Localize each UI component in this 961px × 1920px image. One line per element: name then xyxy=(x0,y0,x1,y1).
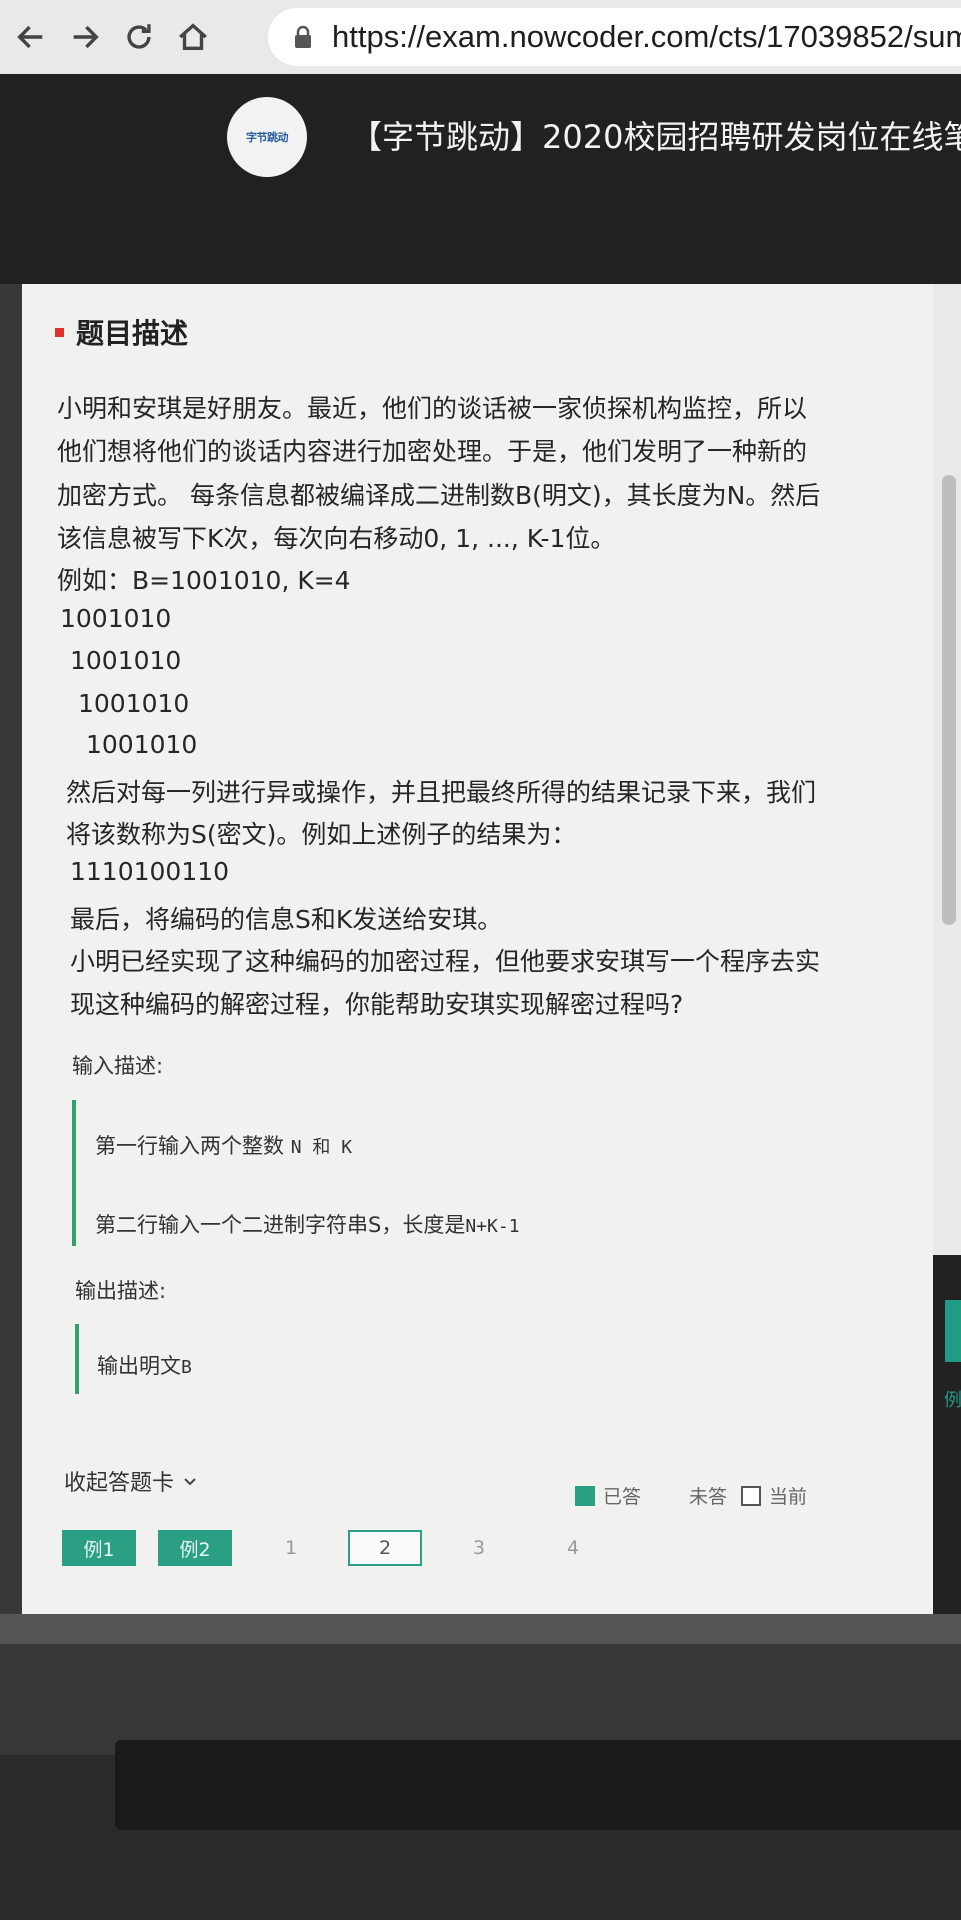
home-icon xyxy=(179,23,207,51)
result-value: 1110100110 xyxy=(70,857,230,886)
arrow-left-icon xyxy=(17,25,43,49)
quote-bar xyxy=(72,1100,76,1246)
description-line: 然后对每一列进行异或操作，并且把最终所得的结果记录下来，我们 xyxy=(66,778,817,807)
input-line-2-code: N+K-1 xyxy=(465,1216,520,1237)
lock-icon xyxy=(295,25,311,48)
legend-unanswered: 未答 xyxy=(689,1486,728,1508)
monitor-bezel-edge xyxy=(0,1614,961,1644)
scrollbar[interactable] xyxy=(942,475,956,925)
tab-question-3[interactable]: 3 xyxy=(442,1530,516,1566)
side-action-button[interactable] xyxy=(945,1300,961,1362)
home-button[interactable] xyxy=(170,14,216,60)
input-line-2-text: 第二行输入一个二进制字符串S，长度是 xyxy=(95,1213,466,1237)
input-line-1: 第一行输入两个整数 N 和 K xyxy=(95,1130,352,1160)
input-heading: 输入描述: xyxy=(72,1054,164,1078)
section-title: 题目描述 xyxy=(76,317,189,350)
exam-header xyxy=(0,74,961,322)
description-line: 该信息被写下K次，每次向右移动0, 1, ..., K-1位。 xyxy=(57,524,616,553)
url-text: https://exam.nowcoder.com/cts/17039852/s… xyxy=(332,19,961,54)
answer-legend: 已答 未答 当前 xyxy=(575,1482,807,1509)
tab-example-1[interactable]: 例1 xyxy=(62,1530,136,1566)
binary-row: 1001010 xyxy=(78,689,190,718)
tab-question-1[interactable]: 1 xyxy=(254,1530,328,1566)
back-button[interactable] xyxy=(8,14,54,60)
output-line-code: B xyxy=(181,1357,192,1378)
section-heading: 题目描述 xyxy=(55,312,188,352)
reload-icon xyxy=(127,24,151,49)
description-line: 现这种编码的解密过程，你能帮助安琪实现解密过程吗? xyxy=(70,990,684,1019)
side-panel-text: 例 xyxy=(944,1390,961,1411)
description-line: 小明已经实现了这种编码的加密过程，但他要求安琪写一个程序去实 xyxy=(70,947,821,976)
binary-row: 1001010 xyxy=(70,646,182,675)
description-line: 最后，将编码的信息S和K发送给安琪。 xyxy=(70,905,503,934)
input-line-2: 第二行输入一个二进制字符串S，长度是N+K-1 xyxy=(95,1209,520,1239)
description-line: 加密方式。 每条信息都被编译成二进制数B(明文)，其长度为N。然后 xyxy=(57,481,821,510)
binary-row: 1001010 xyxy=(60,604,172,633)
legend-answered: 已答 xyxy=(603,1486,642,1508)
description-line: 将该数称为S(密文)。例如上述例子的结果为： xyxy=(66,820,577,849)
address-bar[interactable]: https://exam.nowcoder.com/cts/17039852/s… xyxy=(268,8,961,66)
collapse-answer-card-button[interactable]: 收起答题卡 xyxy=(64,1465,198,1497)
tab-question-4[interactable]: 4 xyxy=(536,1530,610,1566)
company-logo: 字节跳动 xyxy=(227,97,307,177)
monitor-base-band xyxy=(115,1740,961,1830)
red-square-icon xyxy=(55,327,64,337)
forward-button[interactable] xyxy=(62,14,108,60)
question-tabs: 例1 例2 1 2 3 4 xyxy=(62,1530,630,1566)
arrow-right-icon xyxy=(73,25,99,49)
output-line-text: 输出明文 xyxy=(97,1354,181,1378)
example-line: 例如：B=1001010, K=4 xyxy=(57,566,351,595)
tab-question-2[interactable]: 2 xyxy=(348,1530,422,1566)
reload-button[interactable] xyxy=(116,14,162,60)
chevron-down-icon xyxy=(184,1478,196,1486)
legend-current: 当前 xyxy=(769,1486,808,1508)
answered-swatch xyxy=(575,1485,595,1506)
output-heading: 输出描述: xyxy=(75,1279,167,1303)
description-line: 小明和安琪是好朋友。最近，他们的谈话被一家侦探机构监控，所以 xyxy=(57,394,808,423)
input-line-1-code: N 和 K xyxy=(290,1137,353,1158)
exam-title: 【字节跳动】2020校园招聘研发岗位在线笔试 xyxy=(350,118,961,156)
quote-bar xyxy=(75,1324,79,1394)
tab-example-2[interactable]: 例2 xyxy=(158,1530,232,1566)
description-line: 他们想将他们的谈话内容进行加密处理。于是，他们发明了一种新的 xyxy=(57,437,808,466)
output-line: 输出明文B xyxy=(97,1350,192,1380)
current-swatch xyxy=(741,1485,762,1506)
collapse-label: 收起答题卡 xyxy=(64,1471,175,1496)
binary-row: 1001010 xyxy=(86,730,198,759)
input-line-1-text: 第一行输入两个整数 xyxy=(95,1134,284,1158)
